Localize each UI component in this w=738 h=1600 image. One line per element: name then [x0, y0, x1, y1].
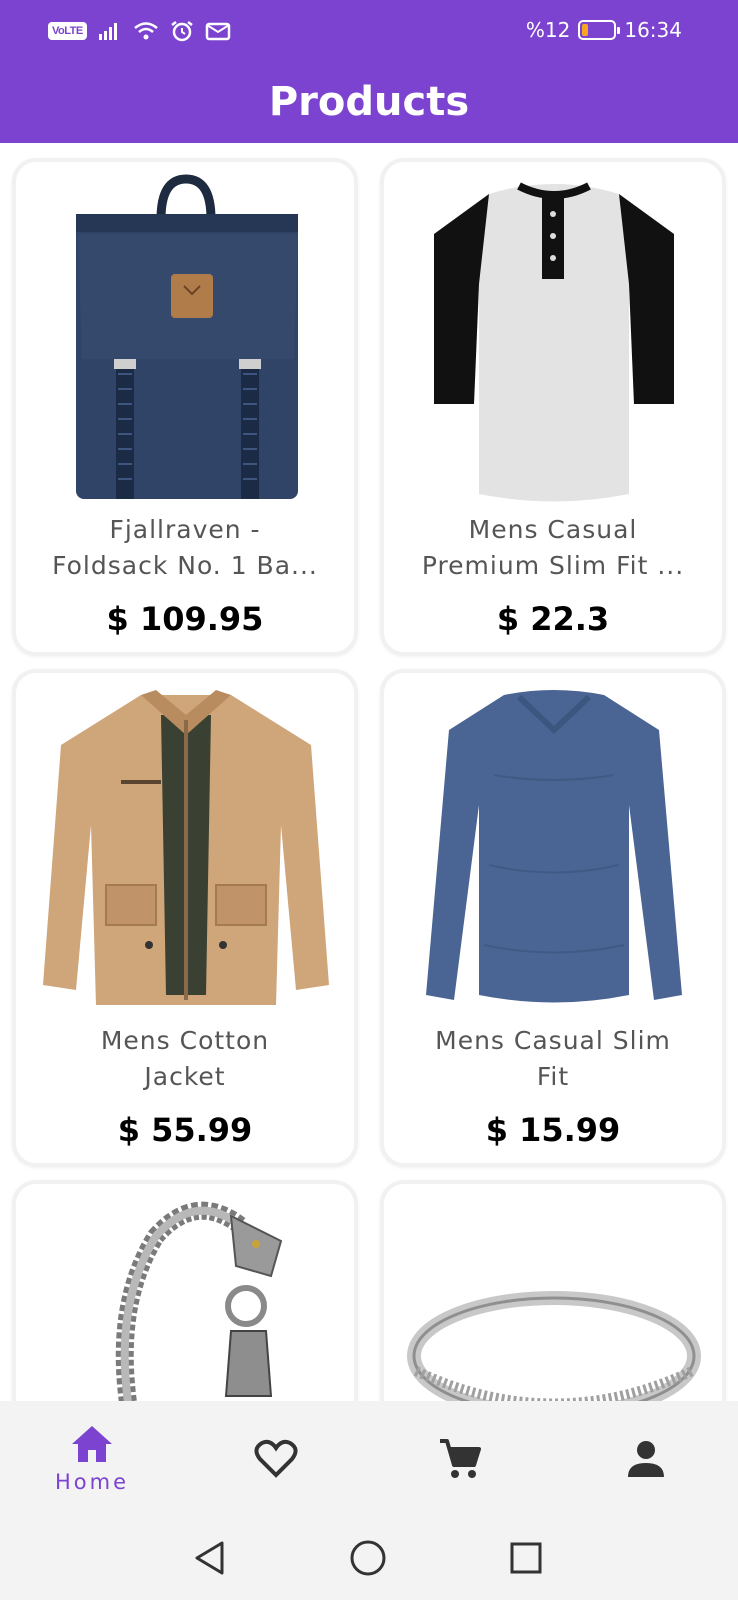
product-image-long-sleeve-tee[interactable]	[404, 685, 704, 1015]
cart-icon	[440, 1438, 481, 1478]
page-title: Products	[268, 79, 470, 125]
top-app-bar: VoLTE %12 16:34 Products	[0, 0, 738, 143]
product-name[interactable]: Mens Cotton Jacket	[32, 1023, 338, 1095]
back-icon	[195, 1541, 224, 1575]
long-sleeve-tee-image	[426, 690, 682, 1003]
nav-item-cart[interactable]	[400, 1401, 520, 1516]
status-left-group: VoLTE	[48, 20, 231, 42]
home-circle-icon	[350, 1540, 386, 1576]
system-home-button[interactable]	[346, 1536, 390, 1580]
battery-icon	[578, 20, 621, 40]
wifi-icon	[133, 22, 158, 40]
product-card[interactable]: Fjallraven - Foldsack No. 1 Ba... $ 109.…	[12, 158, 358, 656]
product-name[interactable]: Mens Casual Premium Slim Fit ...	[400, 512, 706, 584]
nav-item-home[interactable]: Home	[32, 1401, 152, 1516]
signal-icon	[98, 23, 117, 40]
system-back-button[interactable]	[188, 1536, 232, 1580]
system-recents-button[interactable]	[504, 1536, 548, 1580]
battery-percent: %12	[525, 18, 571, 42]
product-image-dragon-bracelet[interactable]	[36, 1196, 336, 1401]
silver-ring-image	[407, 1291, 701, 1401]
henley-shirt-image	[434, 182, 674, 502]
system-navigation-bar	[0, 1516, 738, 1600]
product-card[interactable]: Mens Casual Slim Fit $ 15.99	[380, 669, 726, 1167]
nav-label-home: Home	[54, 1469, 129, 1494]
product-card[interactable]: Mens Casual Premium Slim Fit ... $ 22.3	[380, 158, 726, 656]
battery-fill	[582, 24, 589, 36]
product-image-henley-shirt[interactable]	[404, 174, 704, 504]
product-image-silver-ring[interactable]	[404, 1196, 704, 1401]
product-card[interactable]: Mens Cotton Jacket $ 55.99	[12, 669, 358, 1167]
product-price: $ 55.99	[117, 1111, 253, 1149]
nav-item-favorites[interactable]	[216, 1401, 336, 1516]
status-right-group: %12 16:34	[526, 18, 682, 42]
recents-icon	[510, 1542, 542, 1574]
bottom-navigation: Home	[0, 1401, 738, 1516]
product-card[interactable]	[380, 1180, 726, 1401]
product-grid[interactable]: Fjallraven - Foldsack No. 1 Ba... $ 109.…	[0, 143, 738, 1401]
volte-badge: VoLTE	[48, 22, 87, 40]
product-price: $ 109.95	[106, 600, 264, 638]
backpack-image	[76, 174, 298, 499]
product-name[interactable]: Fjallraven - Foldsack No. 1 Ba...	[32, 512, 338, 584]
product-price: $ 22.3	[496, 600, 610, 638]
status-bar: VoLTE %12 16:34	[0, 0, 738, 62]
status-time: 16:34	[624, 18, 682, 42]
heart-icon	[254, 1439, 298, 1478]
alarm-icon	[170, 21, 193, 42]
message-icon	[205, 22, 230, 41]
dragon-bracelet-image	[115, 1201, 283, 1401]
person-icon	[628, 1440, 664, 1477]
product-card[interactable]	[12, 1180, 358, 1401]
product-image-backpack[interactable]	[36, 174, 336, 504]
product-image-cotton-jacket[interactable]	[36, 685, 336, 1015]
home-icon	[72, 1425, 112, 1462]
product-price: $ 15.99	[485, 1111, 621, 1149]
product-name[interactable]: Mens Casual Slim Fit	[400, 1023, 706, 1095]
nav-item-profile[interactable]	[586, 1401, 706, 1516]
cotton-jacket-image	[43, 690, 329, 1005]
